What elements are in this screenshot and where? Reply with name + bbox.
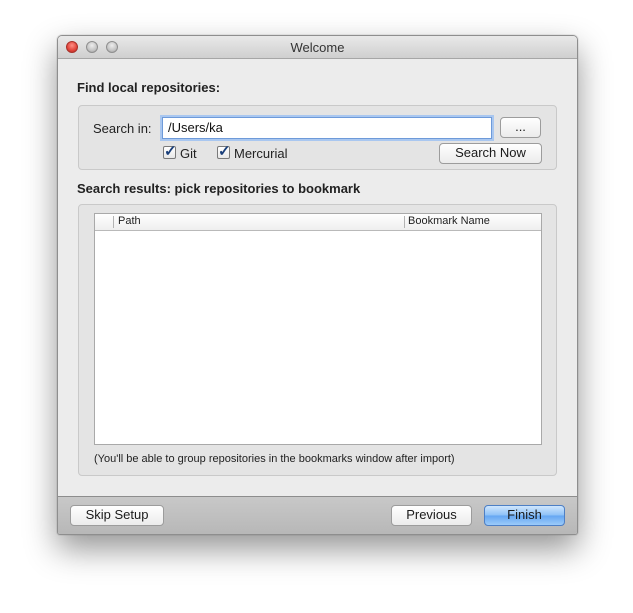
table-header: Path Bookmark Name: [95, 214, 541, 231]
finish-button[interactable]: Finish: [484, 505, 565, 526]
results-group: Path Bookmark Name (You'll be able to gr…: [78, 204, 557, 476]
results-table[interactable]: Path Bookmark Name: [94, 213, 542, 445]
column-header-path[interactable]: Path: [118, 215, 141, 227]
previous-button[interactable]: Previous: [391, 505, 472, 526]
column-header-bookmark-name[interactable]: Bookmark Name: [408, 215, 490, 227]
search-path-input[interactable]: /Users/ka: [162, 117, 492, 139]
welcome-window: Welcome Find local repositories: Search …: [57, 35, 578, 535]
window-title: Welcome: [290, 40, 345, 55]
find-heading: Find local repositories:: [77, 80, 221, 95]
find-group: Search in: /Users/ka ... ✓ Git ✓ Mercuri…: [78, 105, 557, 170]
column-separator: [113, 216, 114, 228]
git-label: Git: [180, 146, 197, 161]
search-now-button[interactable]: Search Now: [439, 143, 542, 164]
title-bar[interactable]: Welcome: [58, 36, 577, 59]
checkmark-icon: ✓: [164, 143, 177, 160]
results-heading: Search results: pick repositories to boo…: [77, 181, 361, 196]
mercurial-label: Mercurial: [234, 146, 288, 161]
checkmark-icon: ✓: [218, 143, 231, 160]
group-hint-text: (You'll be able to group repositories in…: [94, 453, 455, 465]
bottom-bar: Skip Setup Previous Finish: [58, 496, 577, 534]
column-separator: [404, 216, 405, 228]
skip-setup-button[interactable]: Skip Setup: [70, 505, 164, 526]
git-checkbox[interactable]: ✓: [163, 143, 177, 160]
search-in-label: Search in:: [93, 121, 152, 136]
browse-button[interactable]: ...: [500, 117, 541, 138]
mercurial-checkbox[interactable]: ✓: [217, 143, 231, 160]
